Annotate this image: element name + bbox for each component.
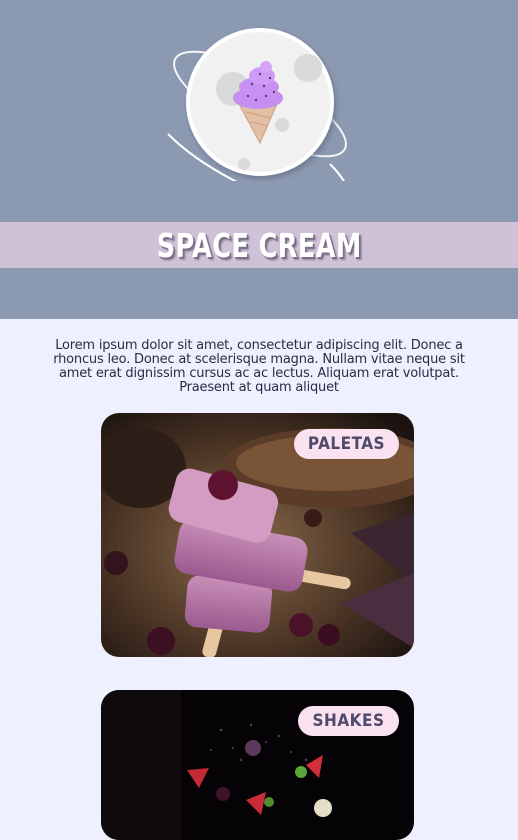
header: SPACE CREAM: [0, 0, 518, 319]
title-band: SPACE CREAM: [0, 222, 518, 268]
intro-text: Lorem ipsum dolor sit amet, consectetur …: [53, 338, 465, 395]
site-title: SPACE CREAM: [156, 225, 362, 265]
logo[interactable]: [160, 26, 360, 211]
card-shakes[interactable]: SHAKES: [101, 690, 414, 840]
ice-cream-planet-icon: [167, 28, 350, 211]
card-label-paletas: PALETAS: [294, 429, 399, 459]
card-paletas[interactable]: PALETAS: [101, 413, 414, 657]
card-label-shakes: SHAKES: [298, 706, 399, 736]
